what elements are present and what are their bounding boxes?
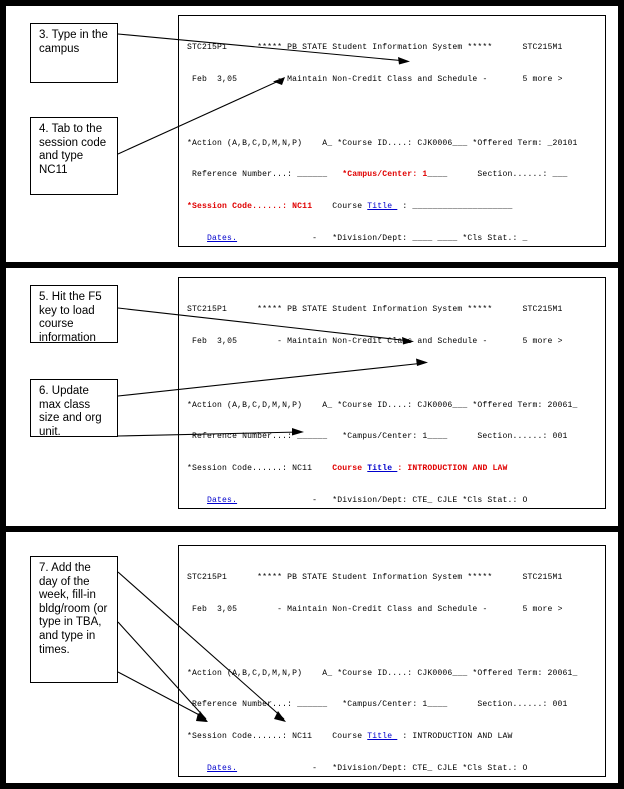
terminal-screen-3[interactable]: STC215P1 ***** PB STATE Student Informat… (178, 545, 606, 777)
course-title-label-2: Course Title : (332, 464, 403, 474)
dates-link-1[interactable]: Dates. (207, 234, 237, 243)
terminal-line: Dates. - *Division/Dept: CTE_ CJLE *Cls … (207, 495, 528, 505)
document-page: 3. Type in the campus 4. Tab to the sess… (6, 6, 618, 783)
terminal-line: *Action (A,B,C,D,M,N,P) A_ *Course ID...… (187, 668, 578, 678)
more-indicator-2: 5 more > (522, 336, 563, 346)
screen-title-2: - Maintain Non-Credit Class and Schedule… (277, 336, 488, 346)
terminal-line: *Action (A,B,C,D,M,N,P) A_ *Course ID...… (187, 400, 578, 410)
system-title-1: ***** PB STATE Student Information Syste… (257, 43, 493, 53)
course-title-link-2[interactable]: Title (367, 464, 397, 473)
more-indicator-3: 5 more > (522, 604, 563, 614)
instruction-panel-3: 7. Add the day of the week, fill-in bldg… (6, 532, 618, 783)
system-title-2: ***** PB STATE Student Information Syste… (257, 305, 493, 315)
campus-center-label-1: *Campus/Center: (342, 170, 418, 180)
course-title-link-1[interactable]: Title (367, 202, 397, 211)
terminal-line: *Session Code......: NC11 Course Title :… (187, 464, 508, 474)
instruction-panel-1: 3. Type in the campus 4. Tab to the sess… (6, 6, 618, 262)
callout-step-5: 5. Hit the F5 key to load course informa… (30, 285, 118, 344)
terminal-line: Reference Number...: ______ *Campus/Cent… (187, 432, 568, 442)
callout-step-3-text: 3. Type in the campus (39, 29, 108, 55)
course-title-value-2[interactable]: INTRODUCTION AND LAW (407, 464, 507, 473)
more-indicator-1: 5 more > (522, 74, 563, 84)
callout-step-5-text: 5. Hit the F5 key to load course informa… (39, 291, 102, 344)
screen-date-1: Feb 3,05 (192, 74, 238, 84)
terminal-screen-2[interactable]: STC215P1 ***** PB STATE Student Informat… (178, 277, 606, 509)
system-title-3: ***** PB STATE Student Information Syste… (257, 573, 493, 583)
dates-link-3[interactable]: Dates. (207, 764, 237, 773)
session-code-value-1[interactable]: NC11 (292, 202, 312, 211)
program-id-1: STC215P1 (187, 43, 228, 53)
terminal-line: Reference Number...: ______ *Campus/Cent… (187, 700, 568, 710)
terminal-text-1: STC215P1 ***** PB STATE Student Informat… (179, 22, 605, 246)
dates-link-2[interactable]: Dates. (207, 496, 237, 505)
course-title-link-3[interactable]: Title (367, 732, 397, 741)
callout-step-4-text: 4. Tab to the session code and type NC11 (39, 123, 107, 176)
program-id-3: STC215P1 (187, 573, 228, 583)
screen-title-1: - Maintain Non-Credit Class and Schedule… (277, 74, 488, 84)
map-id-1: STC215M1 (522, 43, 563, 53)
callout-step-3: 3. Type in the campus (30, 23, 118, 83)
terminal-line: Dates. - *Division/Dept: ____ ____ *Cls … (207, 233, 528, 243)
map-id-3: STC215M1 (522, 573, 563, 583)
map-id-2: STC215M1 (522, 305, 563, 315)
terminal-line: Dates. - *Division/Dept: CTE_ CJLE *Cls … (207, 763, 528, 773)
callout-step-4: 4. Tab to the session code and type NC11 (30, 117, 118, 195)
terminal-line: *Session Code......: NC11 Course Title :… (187, 732, 513, 742)
screen-date-3: Feb 3,05 (192, 604, 238, 614)
session-code-label-1: *Session Code......: (187, 202, 288, 212)
callout-step-7-text: 7. Add the day of the week, fill-in bldg… (39, 562, 108, 656)
screen-title-3: - Maintain Non-Credit Class and Schedule… (277, 604, 488, 614)
terminal-text-3: STC215P1 ***** PB STATE Student Informat… (179, 552, 605, 776)
terminal-line: Reference Number...: ______ *Campus/Cent… (187, 170, 568, 180)
terminal-screen-1[interactable]: STC215P1 ***** PB STATE Student Informat… (178, 15, 606, 247)
terminal-text-2: STC215P1 ***** PB STATE Student Informat… (179, 284, 605, 508)
instruction-panel-2: 5. Hit the F5 key to load course informa… (6, 268, 618, 526)
callout-step-7: 7. Add the day of the week, fill-in bldg… (30, 556, 118, 683)
program-id-2: STC215P1 (187, 305, 228, 315)
terminal-line: *Session Code......: NC11 Course Title :… (187, 202, 513, 212)
screen-date-2: Feb 3,05 (192, 336, 238, 346)
campus-center-value-1[interactable]: 1 (422, 170, 427, 179)
callout-step-6-text: 6. Update max class size and org unit. (39, 385, 102, 438)
callout-step-6: 6. Update max class size and org unit. (30, 379, 118, 438)
terminal-line: *Action (A,B,C,D,M,N,P) A_ *Course ID...… (187, 138, 578, 148)
